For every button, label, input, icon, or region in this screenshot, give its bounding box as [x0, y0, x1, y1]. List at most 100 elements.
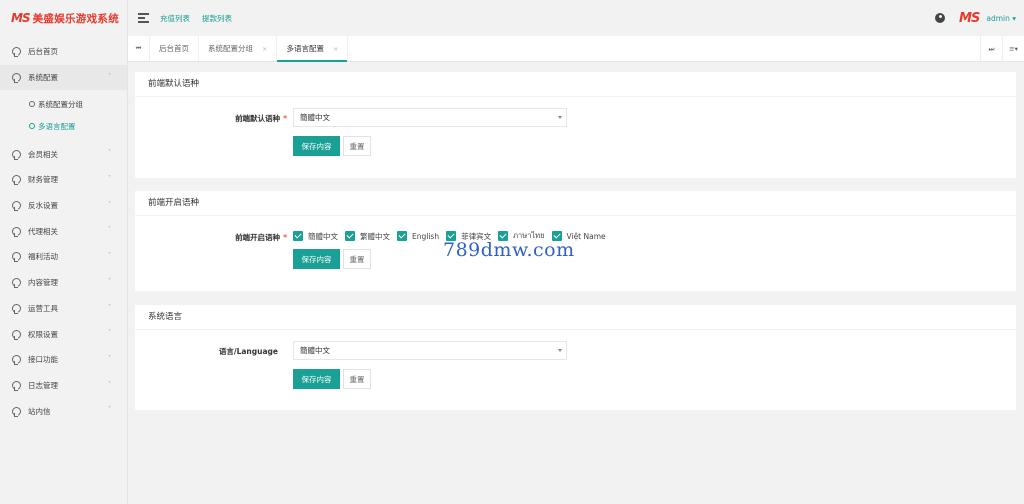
- sidebar-item-content[interactable]: 内容管理 ˅: [0, 270, 127, 296]
- menu-toggle-icon[interactable]: [138, 11, 149, 25]
- logo-mark: MS: [11, 11, 31, 25]
- sidebar-subitem-label: 多语言配置: [38, 121, 76, 131]
- chevron-down-icon: ˅: [108, 354, 111, 362]
- tab-label: 多语言配置: [286, 44, 324, 53]
- checkbox-label: 繁體中文: [360, 231, 390, 241]
- save-button[interactable]: 保存内容: [293, 369, 340, 389]
- checkbox-english[interactable]: English: [397, 231, 439, 241]
- sidebar-item-system-config[interactable]: 系统配置 ˄: [0, 64, 127, 91]
- sidebar-item-members[interactable]: 会员相关 ˅: [0, 141, 127, 167]
- chevron-down-icon: ˅: [108, 149, 111, 157]
- chevron-down-icon: ˅: [108, 277, 111, 285]
- sidebar-item-label: 会员相关: [28, 149, 58, 159]
- reset-button[interactable]: 重置: [343, 136, 371, 156]
- palette-icon[interactable]: [935, 13, 946, 23]
- withdraw-list-link[interactable]: 提款列表: [202, 13, 232, 24]
- sidebar-item-label: 接口功能: [28, 355, 58, 365]
- sidebar-item-logs[interactable]: 日志管理 ˅: [0, 373, 127, 399]
- sidebar-submenu: 系统配置分组 多语言配置: [0, 90, 127, 141]
- top-header: 充值列表 提款列表 MS admin ▾: [128, 0, 1024, 36]
- user-menu[interactable]: admin ▾: [986, 14, 1016, 23]
- sidebar-subitem-label: 系统配置分组: [38, 99, 83, 109]
- sidebar-item-label: 权限设置: [28, 329, 58, 339]
- sidebar-item-api[interactable]: 接口功能 ˅: [0, 347, 127, 373]
- chat-icon: [12, 201, 21, 212]
- chat-icon: [12, 252, 21, 263]
- save-button[interactable]: 保存内容: [293, 136, 340, 156]
- system-language-select[interactable]: 簡體中文: [293, 341, 567, 360]
- chat-icon: [12, 73, 21, 84]
- sidebar-item-agents[interactable]: 代理相关 ˅: [0, 218, 127, 244]
- chat-icon: [12, 406, 21, 417]
- enabled-languages-card: 前端开启语种 前端开启语种 * 簡體中文 繁體中文 English 菲律宾文 ภา…: [135, 191, 1016, 291]
- chevron-down-icon: ˅: [108, 252, 111, 260]
- checkbox-label: 簡體中文: [308, 231, 338, 241]
- tab-bar-right: ⏭ ≡▾: [980, 36, 1024, 62]
- sidebar-menu: 后台首页 系统配置 ˄ 系统配置分组 多语言配置 会员相关 ˅ 财务管理 ˅ 反水设…: [0, 39, 127, 424]
- tab-label: 后台首页: [159, 44, 189, 53]
- save-button[interactable]: 保存内容: [293, 249, 340, 269]
- sidebar-item-finance[interactable]: 财务管理 ˅: [0, 167, 127, 193]
- required-mark: *: [283, 233, 287, 242]
- recharge-list-link[interactable]: 充值列表: [160, 13, 190, 24]
- sidebar-item-permissions[interactable]: 权限设置 ˅: [0, 321, 127, 347]
- default-language-select[interactable]: 簡體中文: [293, 108, 567, 127]
- tab-multilang[interactable]: 多语言配置 ×: [277, 36, 349, 62]
- chevron-down-icon: ˅: [108, 406, 111, 414]
- sidebar-item-messages[interactable]: 站内信 ˅: [0, 398, 127, 424]
- tab-scroll-right-icon[interactable]: ⏭: [980, 36, 1002, 62]
- sidebar-item-label: 运营工具: [28, 303, 58, 313]
- chat-icon: [12, 329, 21, 340]
- sidebar-item-label: 站内信: [28, 406, 51, 416]
- watermark: 789dmw.com: [443, 239, 575, 261]
- chat-icon: [12, 278, 21, 289]
- card-title: 系统语言: [135, 305, 1016, 330]
- sidebar-item-label: 代理相关: [28, 226, 58, 236]
- chat-icon: [12, 355, 21, 366]
- caret-down-icon: [558, 116, 562, 119]
- chat-icon: [29, 101, 35, 108]
- checkbox-checked-icon: [345, 231, 355, 241]
- select-value: 簡體中文: [300, 346, 330, 355]
- card-title: 前端开启语种: [135, 191, 1016, 216]
- chat-icon: [12, 303, 21, 314]
- checkbox-simplified-chinese[interactable]: 簡體中文: [293, 231, 338, 242]
- close-icon[interactable]: ×: [262, 45, 267, 53]
- sidebar-item-rebate[interactable]: 反水设置 ˅: [0, 193, 127, 219]
- avatar[interactable]: MS: [959, 12, 980, 25]
- brand-logo[interactable]: MS 美盛娱乐游戏系统: [0, 0, 127, 36]
- label-text: 前端默认语种: [235, 114, 281, 123]
- tab-menu-icon[interactable]: ≡▾: [1002, 36, 1024, 62]
- chevron-down-icon: ˅: [108, 329, 111, 337]
- tab-bar: ⏮ 后台首页 系统配置分组 × 多语言配置 × ⏭ ≡▾: [128, 36, 1024, 62]
- sidebar-item-label: 日志管理: [28, 380, 58, 390]
- chat-icon: [12, 175, 21, 186]
- sidebar-item-label: 福利活动: [28, 252, 58, 262]
- chevron-down-icon: ˅: [108, 380, 111, 388]
- checkbox-checked-icon: [397, 231, 407, 241]
- reset-button[interactable]: 重置: [343, 249, 371, 269]
- default-language-card: 前端默认语种 前端默认语种 * 簡體中文 保存内容 重置: [135, 72, 1016, 178]
- checkbox-label: English: [412, 231, 440, 241]
- close-icon[interactable]: ×: [333, 45, 338, 53]
- card-title: 前端默认语种: [135, 72, 1016, 97]
- sidebar-item-label: 财务管理: [28, 175, 58, 185]
- tab-home[interactable]: 后台首页: [150, 36, 199, 61]
- sidebar-subitem-config-group[interactable]: 系统配置分组: [0, 93, 127, 115]
- checkbox-traditional-chinese[interactable]: 繁體中文: [345, 231, 390, 242]
- sidebar-subitem-multilang[interactable]: 多语言配置: [0, 115, 127, 137]
- sidebar-item-home[interactable]: 后台首页: [0, 39, 127, 65]
- default-language-label: 前端默认语种 *: [185, 113, 287, 124]
- reset-button[interactable]: 重置: [343, 369, 371, 389]
- chat-icon: [12, 149, 21, 160]
- required-mark: *: [283, 114, 287, 123]
- tab-scroll-left-icon[interactable]: ⏮: [128, 36, 150, 61]
- sidebar-item-operations[interactable]: 运营工具 ˅: [0, 296, 127, 322]
- tab-config-group[interactable]: 系统配置分组 ×: [199, 36, 278, 61]
- sidebar-item-label: 反水设置: [28, 201, 58, 211]
- sidebar-item-label: 后台首页: [28, 47, 58, 57]
- sidebar-item-label: 内容管理: [28, 278, 58, 288]
- tab-label: 系统配置分组: [208, 44, 253, 53]
- sidebar-item-promotions[interactable]: 福利活动 ˅: [0, 244, 127, 270]
- sidebar: MS 美盛娱乐游戏系统 后台首页 系统配置 ˄ 系统配置分组 多语言配置 会员相…: [0, 0, 128, 504]
